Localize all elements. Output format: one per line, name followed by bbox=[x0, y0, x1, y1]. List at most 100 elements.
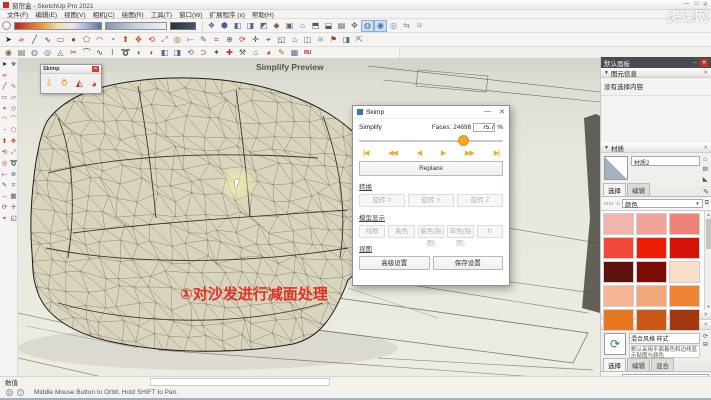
skimp-import-icon[interactable]: ⇩ bbox=[45, 78, 53, 89]
cleanup-icon[interactable]: ✦ bbox=[210, 47, 223, 59]
offset-icon[interactable]: ◎ bbox=[0, 158, 9, 169]
menu-item[interactable]: 扩展程序 (x) bbox=[207, 9, 248, 19]
follow-icon[interactable]: ➰ bbox=[119, 47, 132, 59]
rectangle-tool-icon[interactable]: ▭ bbox=[54, 34, 67, 46]
swatch[interactable] bbox=[636, 237, 667, 259]
rotate-icon[interactable]: ⟲ bbox=[0, 147, 9, 158]
zoom-extents-icon[interactable]: ⌂ bbox=[288, 34, 301, 46]
tape-tool-icon[interactable]: ⟝ bbox=[184, 34, 197, 46]
skimp-reimport-icon[interactable]: ⥁ bbox=[61, 78, 67, 89]
display-mode-button[interactable]: 单色(贴图) bbox=[447, 225, 473, 238]
tape-icon[interactable]: ⟝ bbox=[0, 169, 9, 180]
red-tool-icon[interactable]: ◕ bbox=[262, 47, 275, 59]
skimp-settings-icon[interactable]: ◕ bbox=[91, 79, 96, 89]
pushpull-icon[interactable]: ⬆ bbox=[0, 136, 9, 147]
materials-header[interactable]: ▼ 材质 ✕ bbox=[601, 143, 711, 153]
circle-tool-icon[interactable]: ● bbox=[67, 34, 80, 46]
grid-icon[interactable]: ▤ bbox=[15, 47, 28, 59]
swatch[interactable] bbox=[603, 309, 634, 331]
shell-icon[interactable]: ◖ bbox=[132, 47, 145, 59]
orbit-tool-icon[interactable]: ⟳ bbox=[236, 34, 249, 46]
extents-icon[interactable]: ◱ bbox=[9, 213, 18, 224]
step-forward-fast[interactable]: ▶▶ bbox=[465, 149, 474, 157]
select-tool-icon[interactable]: ➤ bbox=[2, 34, 15, 46]
slider-knob[interactable] bbox=[458, 135, 469, 146]
zoom-icon[interactable]: ⌖ bbox=[0, 213, 9, 224]
select-icon[interactable]: ➤ bbox=[0, 59, 9, 70]
paint-icon[interactable]: ◧ bbox=[158, 47, 171, 59]
menu-item[interactable]: 绘图(R) bbox=[119, 9, 147, 19]
weld-icon[interactable]: ⌇ bbox=[106, 47, 119, 59]
scrape-icon[interactable]: ✂ bbox=[67, 47, 80, 59]
protractor-icon[interactable]: ⊕ bbox=[9, 169, 18, 180]
protractor-tool-icon[interactable]: ⊕ bbox=[223, 34, 236, 46]
solid-subtract-icon[interactable]: ◨ bbox=[244, 20, 257, 32]
entity-info-header[interactable]: ▼ 图元信息 ✕ bbox=[601, 68, 711, 78]
fix-icon[interactable]: ✚ bbox=[223, 47, 236, 59]
replace-button[interactable]: Replace bbox=[359, 161, 503, 176]
offset-tool-icon[interactable]: ◎ bbox=[171, 34, 184, 46]
materials-category-dropdown[interactable]: 颜色 ▼ bbox=[622, 199, 703, 208]
percent-input[interactable] bbox=[473, 123, 495, 132]
swatch[interactable] bbox=[669, 237, 700, 259]
blank-icon[interactable] bbox=[9, 70, 18, 81]
update-style-icon[interactable]: ⟳ bbox=[703, 333, 708, 340]
create-material-icon[interactable]: ⊞ bbox=[703, 165, 708, 173]
ellipse-icon[interactable]: ◎ bbox=[9, 103, 18, 114]
viewport-3d[interactable]: Simplify Preview Skimp ✕ ⇩⥁◭◕ ①对沙发进行减面处理 bbox=[18, 58, 600, 376]
library-icon[interactable]: ⌂ bbox=[249, 47, 262, 59]
swatch-scrollbar[interactable]: ▲ ▼ bbox=[704, 211, 711, 310]
skimp-dialog-titlebar[interactable]: Skimp — ✕ bbox=[353, 106, 509, 119]
line-tool-icon[interactable]: ╱ bbox=[28, 34, 41, 46]
group-icon[interactable]: ⬢ bbox=[218, 20, 231, 32]
settings-button[interactable]: 高级设置 bbox=[359, 256, 430, 270]
swatch[interactable] bbox=[603, 237, 634, 259]
menu-item[interactable]: 相机(C) bbox=[90, 9, 118, 19]
scroll-down-icon[interactable]: ▼ bbox=[705, 303, 711, 310]
ruby-icon[interactable]: ▦ bbox=[288, 47, 301, 59]
shadow-date-slider[interactable] bbox=[105, 22, 167, 30]
styles-tab[interactable]: 编辑 bbox=[627, 358, 650, 371]
display-mode-button[interactable]: ↻ bbox=[477, 225, 503, 238]
previous-view-icon[interactable]: ⇱ bbox=[353, 34, 366, 46]
brush-icon[interactable]: ✎ bbox=[275, 47, 288, 59]
menu-item[interactable]: 文件(F) bbox=[4, 9, 31, 19]
entity-info-close-icon[interactable]: ✕ bbox=[703, 70, 708, 76]
rotate-tool-icon[interactable]: ⟲ bbox=[145, 34, 158, 46]
menu-item[interactable]: 工具(T) bbox=[148, 9, 175, 19]
su-plugin-badge[interactable]: RU bbox=[301, 47, 314, 59]
geolocation-icon[interactable]: G bbox=[6, 389, 13, 396]
house-icon[interactable]: ⌂ bbox=[296, 20, 309, 32]
dialog-minimize-button[interactable]: — bbox=[484, 108, 491, 116]
swatch[interactable] bbox=[669, 309, 700, 331]
box-icon[interactable]: ▣ bbox=[283, 20, 296, 32]
dialog-close-button[interactable]: ✕ bbox=[499, 108, 505, 116]
scroll-up-icon[interactable]: ▲ bbox=[705, 211, 711, 218]
simplify-slider[interactable] bbox=[359, 135, 503, 147]
bezier-icon[interactable]: ∿ bbox=[93, 47, 106, 59]
eye-icon[interactable]: ◎ bbox=[387, 20, 400, 32]
materials-close-icon[interactable]: ✕ bbox=[703, 145, 708, 151]
pushpull-tool-icon[interactable]: ⬆ bbox=[119, 34, 132, 46]
axes-tool-icon[interactable]: ⌗ bbox=[210, 34, 223, 46]
swap-icon[interactable]: ⇆ bbox=[400, 20, 413, 32]
forward-arrow-icon[interactable]: ▻ bbox=[610, 200, 615, 207]
section-plane-icon[interactable]: ◫ bbox=[301, 34, 314, 46]
move-tool-icon[interactable]: ✥ bbox=[132, 34, 145, 46]
freehand-icon[interactable]: ∿ bbox=[9, 81, 18, 92]
mesh-blue-icon[interactable]: ❖ bbox=[9, 59, 18, 70]
swatch[interactable] bbox=[636, 261, 667, 283]
shadow-time-slider[interactable] bbox=[14, 22, 102, 30]
rotate-button[interactable]: 旋转 Y bbox=[408, 194, 454, 207]
display-secondary-icon[interactable]: ⌂ bbox=[703, 156, 707, 163]
step-first[interactable]: |◀ bbox=[363, 149, 368, 157]
skimp-simplify-icon[interactable]: ◭ bbox=[76, 78, 83, 89]
dimension-tool-icon[interactable]: ✎ bbox=[197, 34, 210, 46]
cloud-icon[interactable]: ≋ bbox=[413, 20, 426, 32]
scale-icon[interactable]: ⤢ bbox=[9, 147, 18, 158]
eraser-tool-icon[interactable]: ▰ bbox=[15, 34, 28, 46]
solid-union-icon[interactable]: ◧ bbox=[231, 20, 244, 32]
styles-tab[interactable]: 混合 bbox=[651, 358, 674, 371]
step-forward[interactable]: ▶ bbox=[441, 149, 445, 157]
settings-button[interactable]: 保存设置 bbox=[433, 256, 504, 270]
